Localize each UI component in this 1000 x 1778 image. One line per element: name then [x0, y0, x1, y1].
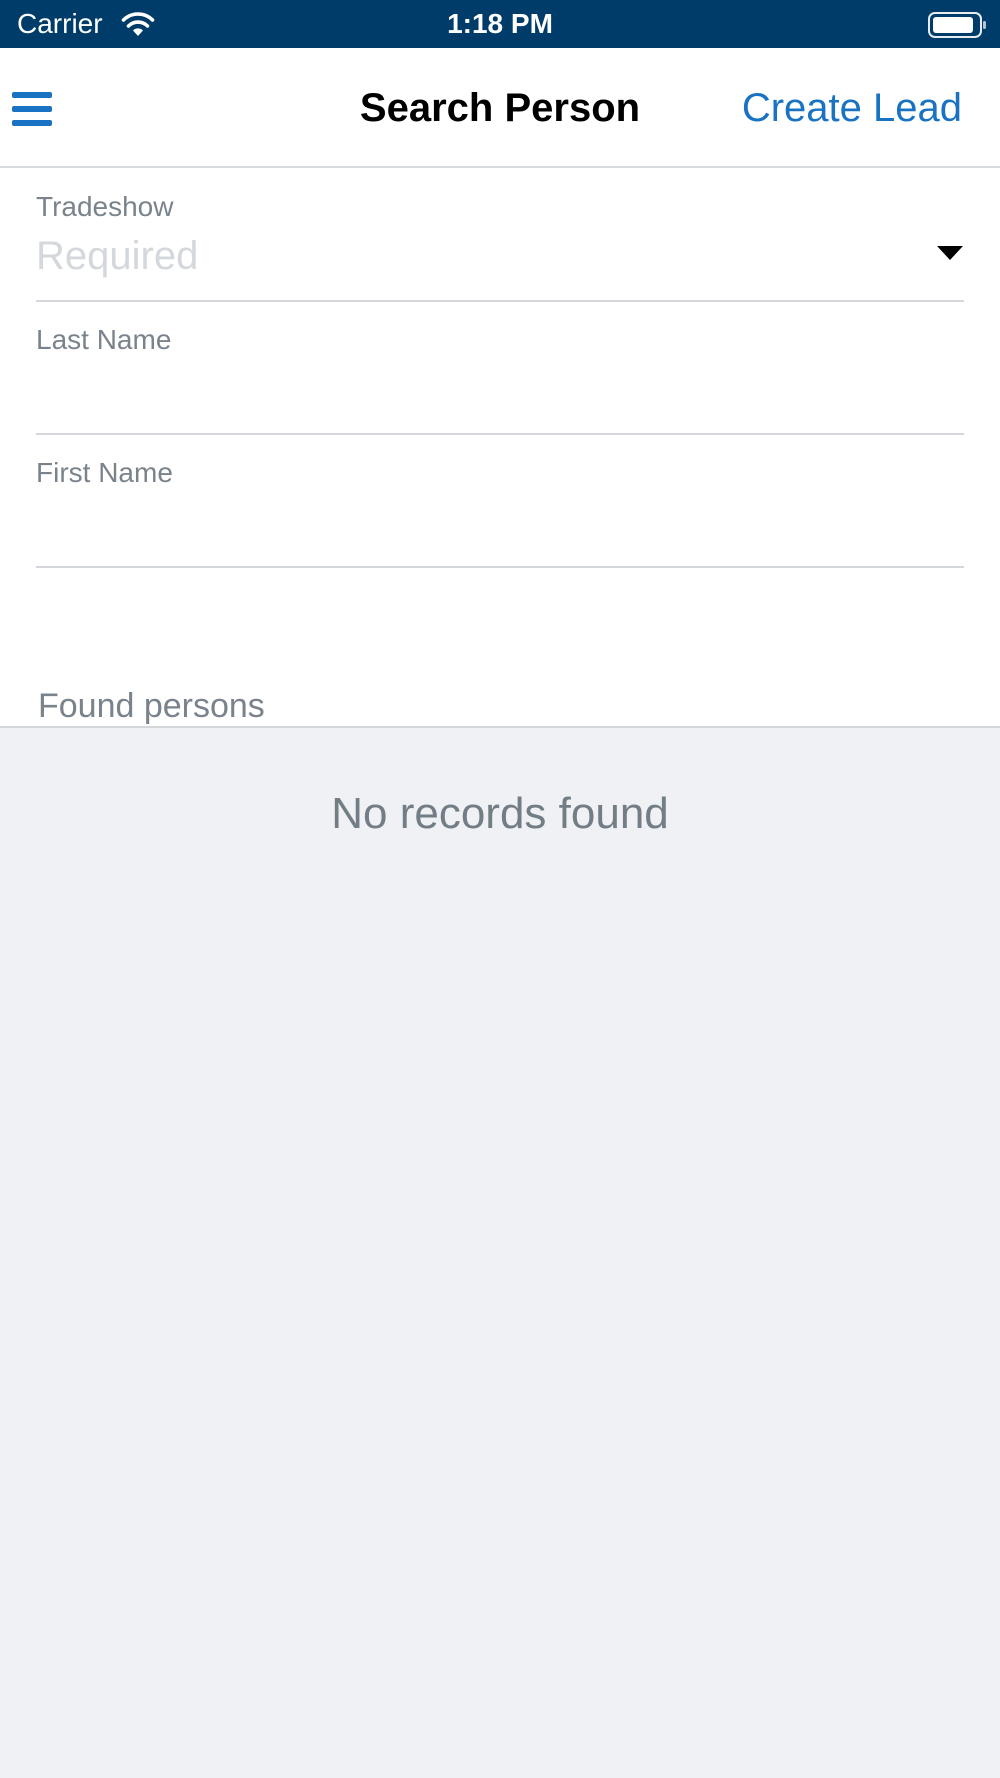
navigation-bar: Search Person Create Lead	[0, 48, 1000, 168]
found-persons-header: Found persons	[38, 687, 265, 725]
first-name-input[interactable]	[36, 496, 916, 548]
tradeshow-label: Tradeshow	[36, 191, 174, 222]
first-name-label: First Name	[36, 457, 173, 488]
create-lead-button[interactable]: Create Lead	[742, 84, 962, 132]
battery-icon	[928, 12, 986, 38]
tradeshow-select[interactable]	[36, 230, 916, 282]
last-name-field: Last Name	[36, 323, 964, 435]
empty-state-message: No records found	[331, 789, 669, 838]
status-bar: Carrier 1:18 PM	[0, 0, 1000, 48]
first-name-field: First Name	[36, 456, 964, 568]
dropdown-triangle-icon[interactable]	[936, 244, 964, 262]
last-name-label: Last Name	[36, 324, 172, 355]
tradeshow-field[interactable]: Tradeshow	[36, 190, 964, 302]
status-time: 1:18 PM	[447, 8, 553, 39]
search-person-screen: Carrier 1:18 PM Search Person Create Lea…	[0, 0, 1000, 1778]
results-list[interactable]: No records found	[0, 726, 1000, 1778]
last-name-input[interactable]	[36, 363, 916, 415]
